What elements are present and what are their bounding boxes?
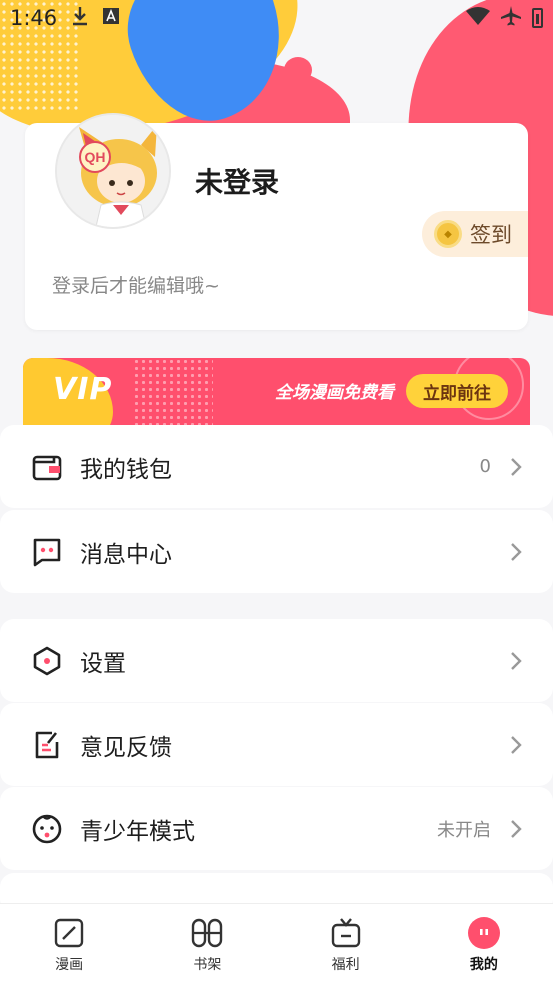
chevron-right-icon	[509, 541, 523, 563]
login-hint: 登录后才能编辑哦~	[52, 275, 220, 297]
welfare-icon	[329, 916, 363, 950]
menu-item-wallet[interactable]: 我的钱包 0	[0, 425, 553, 508]
vip-banner-dots	[133, 358, 213, 428]
me-icon	[467, 916, 501, 950]
nav-tab-me[interactable]: 我的	[415, 904, 553, 983]
vip-slogan: 全场漫画免费看	[275, 383, 394, 403]
status-bar: 1:46	[0, 0, 553, 36]
download-icon	[71, 6, 89, 31]
battery-icon	[532, 8, 543, 28]
chevron-right-icon	[509, 650, 523, 672]
vip-logo-text: VIP	[53, 372, 113, 407]
nav-tab-label: 书架	[193, 957, 222, 973]
menu-item-label: 青少年模式	[80, 818, 195, 845]
nav-tab-label: 漫画	[55, 957, 84, 973]
checkin-button[interactable]: ◆ 签到	[422, 211, 528, 257]
menu-item-messages[interactable]: 消息中心	[0, 510, 553, 593]
menu-item-label: 设置	[80, 650, 126, 677]
teen-mode-status: 未开启	[437, 819, 491, 841]
wallet-icon	[30, 450, 64, 484]
bookshelf-icon	[190, 916, 224, 950]
teen-mode-icon	[30, 812, 64, 846]
svg-text:QH: QH	[85, 149, 106, 165]
background-decoration-dot	[284, 57, 312, 83]
menu-item-feedback[interactable]: 意见反馈	[0, 703, 553, 786]
nav-tab-bookshelf[interactable]: 书架	[138, 904, 276, 983]
menu-item-label: 消息中心	[80, 541, 172, 568]
wifi-icon	[466, 6, 490, 30]
avatar[interactable]: QH	[55, 113, 171, 229]
vip-go-button[interactable]: 立即前往	[406, 374, 508, 408]
message-icon	[30, 535, 64, 569]
profile-card[interactable]: QH 未登录 ◆ 签到 登录后才能编辑哦~	[25, 113, 528, 330]
checkin-label: 签到	[470, 223, 512, 247]
app-notification-icon	[103, 7, 120, 29]
airplane-mode-icon	[500, 5, 522, 32]
nav-tab-welfare[interactable]: 福利	[277, 904, 415, 983]
wallet-balance: 0	[479, 456, 491, 477]
bottom-nav: 漫画 书架 福利 我的	[0, 903, 553, 983]
chevron-right-icon	[509, 734, 523, 756]
menu-item-label: 意见反馈	[80, 734, 172, 761]
comic-icon	[52, 916, 86, 950]
username[interactable]: 未登录	[195, 161, 279, 201]
chevron-right-icon	[509, 818, 523, 840]
settings-icon	[30, 644, 64, 678]
chevron-right-icon	[509, 456, 523, 478]
status-time: 1:46	[10, 6, 58, 30]
menu-item-teen-mode[interactable]: 青少年模式 未开启	[0, 787, 553, 870]
menu-item-settings[interactable]: 设置	[0, 619, 553, 702]
nav-tab-label: 我的	[469, 957, 498, 973]
feedback-icon	[30, 728, 64, 762]
coin-icon: ◆	[434, 220, 462, 248]
menu-item-label: 我的钱包	[80, 456, 172, 483]
nav-tab-comic[interactable]: 漫画	[0, 904, 138, 983]
nav-tab-label: 福利	[331, 957, 360, 973]
